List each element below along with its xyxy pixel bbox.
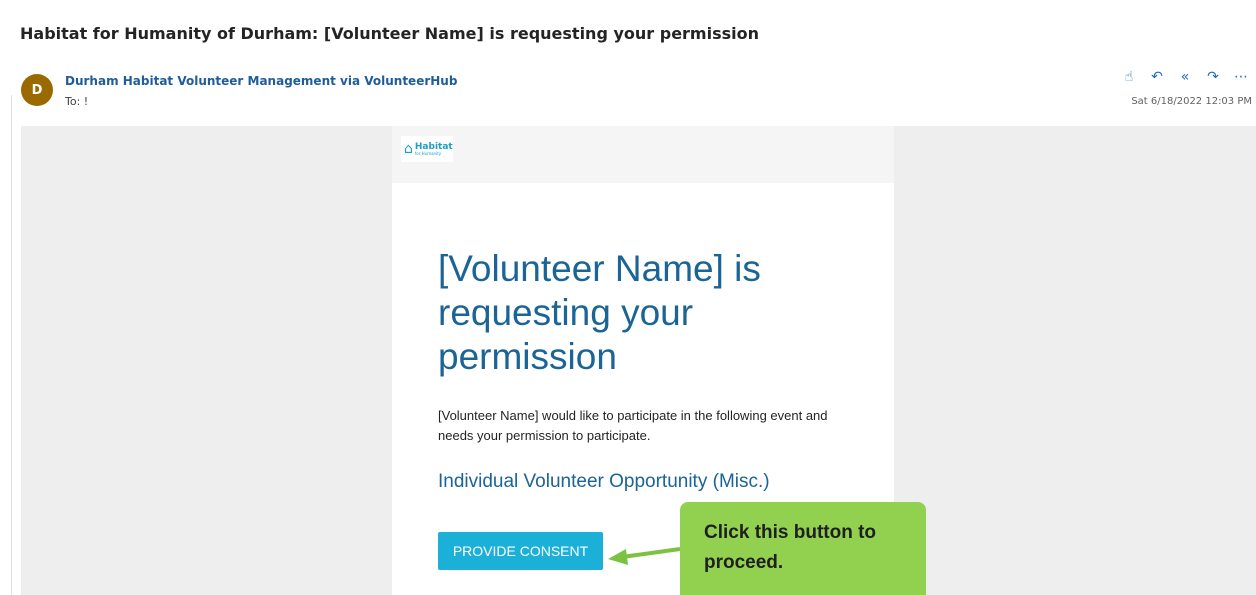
logo-wordmark: Habitat for Humanity bbox=[414, 141, 453, 156]
event-title: Individual Volunteer Opportunity (Misc.) bbox=[438, 471, 770, 492]
sender-name[interactable]: Durham Habitat Volunteer Management via … bbox=[65, 74, 457, 88]
like-icon[interactable]: ☝ bbox=[1120, 69, 1138, 85]
recipient-line: To: ! bbox=[65, 95, 89, 108]
more-icon[interactable]: ⋯ bbox=[1232, 69, 1250, 85]
reply-icon[interactable]: ↶ bbox=[1148, 69, 1166, 85]
provide-consent-button[interactable]: PROVIDE CONSENT bbox=[438, 532, 603, 570]
email-message: [Volunteer Name] would like to participa… bbox=[438, 408, 828, 443]
instruction-callout: Click this button to proceed. bbox=[680, 502, 926, 595]
email-body-canvas: ⌂ Habitat for Humanity [Volunteer Name] … bbox=[21, 126, 1256, 595]
forward-icon[interactable]: ↷ bbox=[1204, 69, 1222, 85]
email-headline: [Volunteer Name] is requesting your perm… bbox=[438, 248, 761, 377]
reading-pane-divider bbox=[11, 95, 12, 595]
logo-header: ⌂ Habitat for Humanity bbox=[392, 126, 894, 183]
habitat-logo: ⌂ Habitat for Humanity bbox=[401, 136, 453, 162]
house-icon: ⌂ bbox=[404, 141, 413, 157]
sent-date: Sat 6/18/2022 12:03 PM bbox=[1131, 96, 1252, 107]
email-subject: Habitat for Humanity of Durham: [Volunte… bbox=[20, 24, 759, 43]
message-actions: ☝ ↶ « ↷ ⋯ bbox=[1120, 69, 1250, 85]
reply-all-icon[interactable]: « bbox=[1176, 69, 1194, 85]
sender-avatar[interactable]: D bbox=[21, 74, 53, 106]
